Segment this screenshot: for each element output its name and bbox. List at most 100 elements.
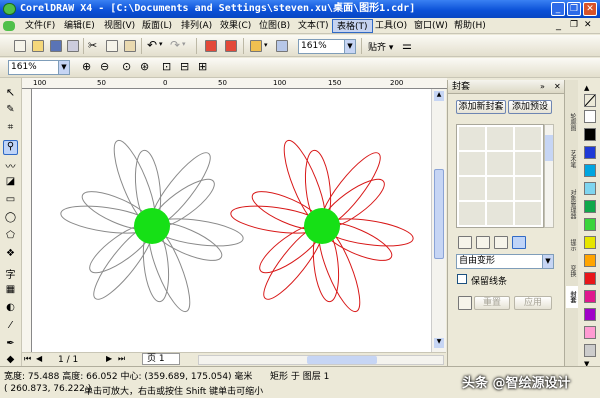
rectangle-tool-icon[interactable]: ▭	[3, 194, 18, 209]
mapping-mode-select[interactable]: 自由变形 ▼	[456, 254, 554, 269]
reset-button[interactable]: 重置	[474, 296, 510, 310]
scroll-down-icon[interactable]: ▼	[434, 338, 444, 348]
snap-to-button[interactable]: 贴齐 ▾	[368, 40, 393, 53]
horizontal-ruler[interactable]: 100 50 0 50 100 150 200	[22, 78, 447, 89]
tab-contour[interactable]: 轮廓图	[566, 104, 578, 140]
copy-icon[interactable]	[106, 40, 118, 52]
preset-cell[interactable]	[515, 152, 541, 175]
menu-bitmaps[interactable]: 位图(B)	[255, 19, 294, 33]
menu-file[interactable]: 文件(F)	[21, 19, 59, 33]
options-icon[interactable]: ⚌	[402, 39, 412, 52]
tab-transform[interactable]: 变换	[566, 260, 578, 282]
document-icon[interactable]	[3, 21, 15, 31]
zoom-to-page-width-icon[interactable]: ⊟	[180, 60, 189, 73]
zoom-to-page-icon[interactable]: ⊡	[162, 60, 171, 73]
preset-scroll-thumb[interactable]	[545, 135, 553, 161]
preset-cell[interactable]	[515, 177, 541, 200]
save-icon[interactable]	[50, 40, 62, 52]
color-swatch[interactable]	[584, 290, 596, 303]
chevron-down-icon[interactable]: ▼	[542, 255, 553, 268]
chevron-down-icon[interactable]: ▼	[58, 61, 69, 74]
preset-cell[interactable]	[487, 152, 513, 175]
export-icon[interactable]	[225, 40, 237, 52]
redo-dropdown-icon[interactable]: ▾	[182, 40, 186, 48]
shape-tool-icon[interactable]: ✎	[3, 104, 18, 119]
last-page-icon[interactable]: ⏭	[118, 354, 125, 364]
preset-cell[interactable]	[459, 127, 485, 150]
interactive-tool-icon[interactable]: ◐	[3, 302, 18, 317]
cut-icon[interactable]: ✂	[88, 39, 97, 52]
zoom-level-combo[interactable]: 161% ▼	[298, 39, 356, 54]
vertical-scroll-thumb[interactable]	[434, 169, 444, 259]
import-icon[interactable]	[205, 40, 217, 52]
envelope-preset-grid[interactable]	[456, 124, 544, 228]
table-tool-icon[interactable]: ▦	[3, 284, 18, 299]
color-swatch[interactable]	[584, 218, 596, 231]
menu-help[interactable]: 帮助(H)	[450, 19, 490, 33]
keep-lines-checkbox[interactable]	[457, 274, 467, 284]
eyedropper-tool-icon[interactable]: ⁄	[3, 320, 18, 335]
docker-collapse-icon[interactable]: »	[540, 80, 545, 94]
color-swatch[interactable]	[584, 164, 596, 177]
menu-table[interactable]: 表格(T)	[332, 19, 373, 33]
doc-minimize-button[interactable]: _	[556, 20, 561, 31]
zoom-out-icon[interactable]: ⊖	[100, 60, 109, 73]
menu-view[interactable]: 视图(V)	[100, 19, 139, 33]
zoom-tool-icon[interactable]: ⚲	[3, 140, 18, 155]
right-flower-center[interactable]	[304, 208, 340, 244]
color-swatch[interactable]	[584, 128, 596, 141]
color-swatch[interactable]	[584, 308, 596, 321]
doc-restore-button[interactable]: ❐	[570, 20, 578, 30]
menu-arrange[interactable]: 排列(A)	[177, 19, 216, 33]
add-new-envelope-button[interactable]: 添加新封套	[456, 100, 506, 114]
color-swatch[interactable]	[584, 110, 596, 123]
doc-close-button[interactable]: ✕	[584, 20, 592, 30]
first-page-icon[interactable]: ⏮	[24, 354, 31, 364]
property-zoom-combo[interactable]: 161% ▼	[8, 60, 70, 75]
unconstrained-mode-icon[interactable]	[512, 236, 526, 249]
close-button[interactable]: ✕	[583, 2, 597, 16]
ellipse-tool-icon[interactable]: ◯	[3, 212, 18, 227]
paste-icon[interactable]	[124, 40, 136, 52]
drawing-canvas[interactable]	[32, 89, 431, 352]
double-arc-mode-icon[interactable]	[494, 236, 508, 249]
color-swatch[interactable]	[584, 146, 596, 159]
color-swatch[interactable]	[584, 344, 596, 357]
color-swatch[interactable]	[584, 182, 596, 195]
new-icon[interactable]	[14, 40, 26, 52]
horizontal-scroll-thumb[interactable]	[307, 356, 377, 364]
vertical-ruler[interactable]	[22, 89, 32, 352]
preset-cell[interactable]	[515, 202, 541, 225]
preset-cell[interactable]	[459, 177, 485, 200]
docker-close-icon[interactable]: ✕	[554, 80, 561, 94]
menu-edit[interactable]: 编辑(E)	[60, 19, 99, 33]
eyedropper-icon[interactable]	[458, 296, 472, 310]
launcher-icon[interactable]	[250, 40, 262, 52]
zoom-to-page-height-icon[interactable]: ⊞	[198, 60, 207, 73]
chevron-down-icon[interactable]: ▼	[344, 40, 355, 53]
color-swatch[interactable]	[584, 326, 596, 339]
freehand-tool-icon[interactable]: 〰	[3, 158, 18, 173]
tab-object-manager[interactable]: 对象管理器	[566, 178, 578, 230]
restore-button[interactable]: ❐	[567, 2, 581, 16]
undo-dropdown-icon[interactable]: ▾	[159, 40, 163, 48]
next-page-icon[interactable]: ▶	[106, 354, 112, 363]
add-preset-button[interactable]: 添加预设	[508, 100, 552, 114]
crop-tool-icon[interactable]: ⌗	[3, 122, 18, 137]
preset-cell[interactable]	[459, 202, 485, 225]
minimize-button[interactable]: _	[551, 2, 565, 16]
menu-tools[interactable]: 工具(O)	[371, 19, 411, 33]
scroll-up-icon[interactable]: ▲	[434, 91, 444, 101]
polygon-tool-icon[interactable]: ⬠	[3, 230, 18, 245]
palette-scroll-up-icon[interactable]: ▲	[584, 84, 589, 92]
welcome-screen-icon[interactable]	[276, 40, 288, 52]
straight-line-mode-icon[interactable]	[458, 236, 472, 249]
zoom-to-selected-icon[interactable]: ⊙	[122, 60, 131, 73]
color-swatch[interactable]	[584, 236, 596, 249]
page-tab[interactable]: 页 1	[142, 353, 180, 365]
vertical-scrollbar[interactable]: ▲ ▼	[431, 89, 446, 352]
launcher-dropdown-icon[interactable]: ▾	[264, 41, 268, 49]
tab-artistic-media[interactable]: 艺术笔	[566, 144, 578, 174]
previous-page-icon[interactable]: ◀	[36, 354, 42, 363]
left-flower-center[interactable]	[134, 208, 170, 244]
